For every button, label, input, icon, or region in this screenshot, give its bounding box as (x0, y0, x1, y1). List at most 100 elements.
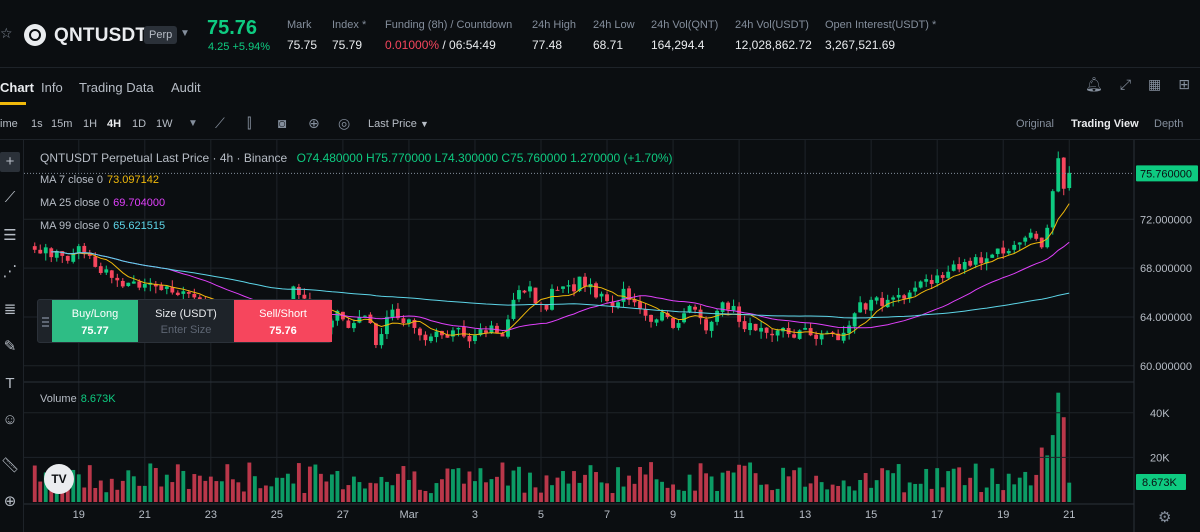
tab-chart[interactable]: Chart (0, 80, 34, 95)
tab-info[interactable]: Info (41, 80, 63, 95)
stat-index[interactable]: Index * 75.79 (332, 19, 366, 52)
trendline-tool-icon[interactable]: ⟋ (0, 188, 20, 208)
volume-bar (995, 483, 1000, 502)
candle-body (71, 253, 76, 262)
volume-bar (423, 490, 428, 502)
sell-price: 75.76 (269, 325, 297, 337)
price-type-chevron-down-icon: ▼ (419, 119, 429, 129)
date-tick-label: 25 (271, 509, 283, 521)
volume-bar (76, 474, 81, 502)
date-tick-label: 27 (337, 509, 349, 521)
volume-bar (830, 484, 835, 502)
horizontal-lines-tool-icon[interactable]: ☰ (0, 226, 20, 246)
price-type-select[interactable]: Last Price ▼ (368, 118, 429, 130)
view-trading-view[interactable]: Trading View (1071, 118, 1139, 130)
settings-circle-icon[interactable]: ◎ (338, 115, 350, 132)
volume-bar (473, 481, 477, 502)
buy-long-button[interactable]: Buy/Long 75.77 (52, 300, 138, 342)
volume-bar (1045, 455, 1050, 502)
volume-bar (863, 473, 868, 502)
layout-grid-icon[interactable]: ▦ (1148, 76, 1161, 93)
volume-bar (368, 482, 373, 502)
stat-value: 164,294.4 (651, 38, 705, 52)
volume-bar (616, 467, 620, 502)
stat-label: 24h High (532, 19, 577, 31)
volume-bar (638, 466, 642, 502)
price-tick-label: 72.000000 (1140, 214, 1192, 226)
volume-bar (544, 475, 549, 502)
brush-tool-icon[interactable]: ✎ (0, 337, 20, 357)
candle-body (43, 247, 48, 254)
volume-bar (247, 462, 252, 502)
add-indicator-icon[interactable]: ⊕ (308, 115, 320, 132)
interval-1s[interactable]: 1s (31, 118, 43, 130)
candle-body (164, 286, 169, 289)
drag-handle-icon[interactable] (42, 317, 49, 327)
volume-bar (412, 471, 417, 502)
candle-type-icon[interactable]: ⫿ (247, 115, 251, 132)
candle-body (418, 328, 422, 336)
candle-body (351, 323, 356, 329)
candle-body (638, 301, 642, 309)
candle-body (803, 327, 808, 330)
candle-body (814, 334, 819, 339)
fib-tool-icon[interactable]: ≣ (0, 300, 20, 320)
crosshair-tool-icon[interactable]: + (0, 152, 20, 172)
tradingview-logo[interactable]: TV (44, 464, 74, 494)
volume-bar (775, 488, 780, 502)
pattern-tool-icon[interactable]: ⋰ (0, 262, 20, 282)
candle-body (753, 323, 758, 331)
emoji-tool-icon[interactable]: ☺ (0, 410, 20, 430)
candle-body (660, 312, 664, 321)
symbol-chevron-down-icon[interactable]: ▼ (180, 28, 190, 39)
volume-bar (649, 462, 653, 502)
candle-body (687, 305, 692, 313)
interval-15m[interactable]: 15m (51, 118, 72, 130)
symbol-name[interactable]: QNTUSDT (54, 25, 147, 47)
indicator-chart-icon[interactable]: ⟋ (215, 115, 225, 132)
expand-icon[interactable]: ⤢ (1120, 76, 1131, 93)
view-depth[interactable]: Depth (1154, 118, 1183, 130)
stat-label: Open Interest(USDT) * (825, 19, 937, 31)
volume-bar (632, 483, 637, 502)
interval-1w[interactable]: 1W (156, 118, 173, 130)
volume-bar (726, 470, 731, 502)
more-intervals-chevron-down-icon[interactable]: ▼ (188, 118, 198, 129)
favorite-star-icon[interactable]: ☆ (0, 26, 14, 40)
interval-1h[interactable]: 1H (83, 118, 97, 130)
sell-label: Sell/Short (259, 308, 307, 320)
view-original[interactable]: Original (1016, 118, 1054, 130)
volume-bar (126, 470, 131, 502)
zoom-in-tool-icon[interactable]: ⊕ (0, 492, 20, 512)
ma99-legend: MA 99 close 0 65.621515 (40, 220, 165, 232)
volume-bar (902, 492, 907, 502)
candle-body (819, 334, 824, 340)
ruler-tool-icon[interactable]: 📏︎ (0, 456, 20, 476)
tab-audit[interactable]: Audit (171, 80, 201, 95)
sell-short-button[interactable]: Sell/Short 75.76 (234, 300, 332, 342)
tab-trading-data[interactable]: Trading Data (79, 80, 154, 95)
interval-1d[interactable]: 1D (132, 118, 146, 130)
volume-bar (929, 488, 934, 502)
stat-24h-vol-usdt: 24h Vol(USDT) 12,028,862.72 (735, 19, 812, 52)
multi-grid-icon[interactable]: ⊞ (1178, 76, 1190, 93)
size-input[interactable] (146, 324, 226, 336)
candle-body (181, 291, 186, 294)
text-tool-icon[interactable]: T (0, 374, 20, 394)
candle-body (946, 271, 951, 278)
interval-4h[interactable]: 4H (107, 118, 121, 130)
chart-settings-gear-icon[interactable]: ⚙ (1158, 508, 1171, 526)
drawing-tools-panel: + ⟋ ☰ ⋰ ≣ ✎ T ☺ 📏︎ ⊕ (0, 140, 24, 532)
candle-body (1006, 251, 1011, 254)
volume-bar (379, 476, 384, 502)
camera-icon[interactable]: ◙ (278, 115, 286, 131)
candle-body (951, 264, 956, 271)
bell-alert-icon[interactable]: 🔔︎ (1085, 76, 1103, 93)
stat-open-interest[interactable]: Open Interest(USDT) * 3,267,521.69 (825, 19, 936, 52)
volume-bar (324, 481, 329, 502)
stat-funding[interactable]: Funding (8h) / Countdown 0.01000% / 06:5… (385, 19, 512, 52)
volume-bar (1034, 474, 1039, 502)
volume-bar (280, 477, 285, 502)
candle-body (93, 256, 98, 267)
candle-body (797, 330, 802, 339)
